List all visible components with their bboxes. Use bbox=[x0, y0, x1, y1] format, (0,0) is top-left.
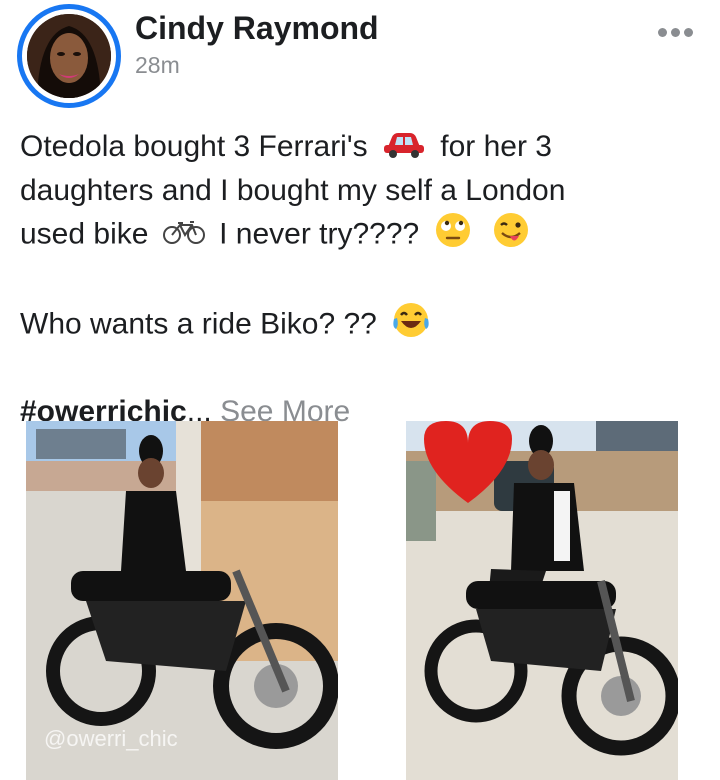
bicycle-emoji-icon bbox=[162, 215, 205, 256]
post-line-3: used bike I never try???? bbox=[20, 211, 700, 260]
dot bbox=[658, 28, 667, 37]
post-timestamp[interactable]: 28m bbox=[135, 52, 180, 79]
author-name[interactable]: Cindy Raymond bbox=[135, 10, 379, 47]
post-text: Otedola bought 3 Ferrari's for her 3 dau… bbox=[20, 126, 700, 432]
dot bbox=[684, 28, 693, 37]
post-line-1: Otedola bought 3 Ferrari's for her 3 bbox=[20, 126, 700, 170]
winking-face-with-tongue-emoji-icon bbox=[492, 211, 530, 260]
more-options-icon[interactable] bbox=[658, 24, 698, 40]
photo-watermark: @owerri_chic bbox=[44, 726, 178, 751]
post-text-segment: used bike bbox=[20, 217, 149, 250]
face-with-rolling-eyes-emoji-icon bbox=[434, 211, 472, 260]
post-text-segment: I never try???? bbox=[219, 217, 420, 250]
post-text-segment: for her 3 bbox=[440, 130, 552, 163]
motorcycle-photo-2 bbox=[406, 421, 678, 780]
post-photo-2[interactable] bbox=[406, 421, 678, 780]
avatar[interactable] bbox=[27, 14, 111, 98]
post-text-segment: Who wants a ride Biko? ?? bbox=[20, 307, 377, 340]
post-text-segment: Otedola bought 3 Ferrari's bbox=[20, 130, 368, 163]
avatar-photo bbox=[27, 14, 111, 98]
face-with-tears-of-joy-emoji-icon bbox=[391, 301, 431, 350]
red-car-emoji-icon bbox=[382, 127, 426, 170]
dot bbox=[671, 28, 680, 37]
post-line-4: Who wants a ride Biko? ?? bbox=[20, 301, 700, 350]
post-line-2: daughters and I bought my self a London bbox=[20, 173, 566, 207]
